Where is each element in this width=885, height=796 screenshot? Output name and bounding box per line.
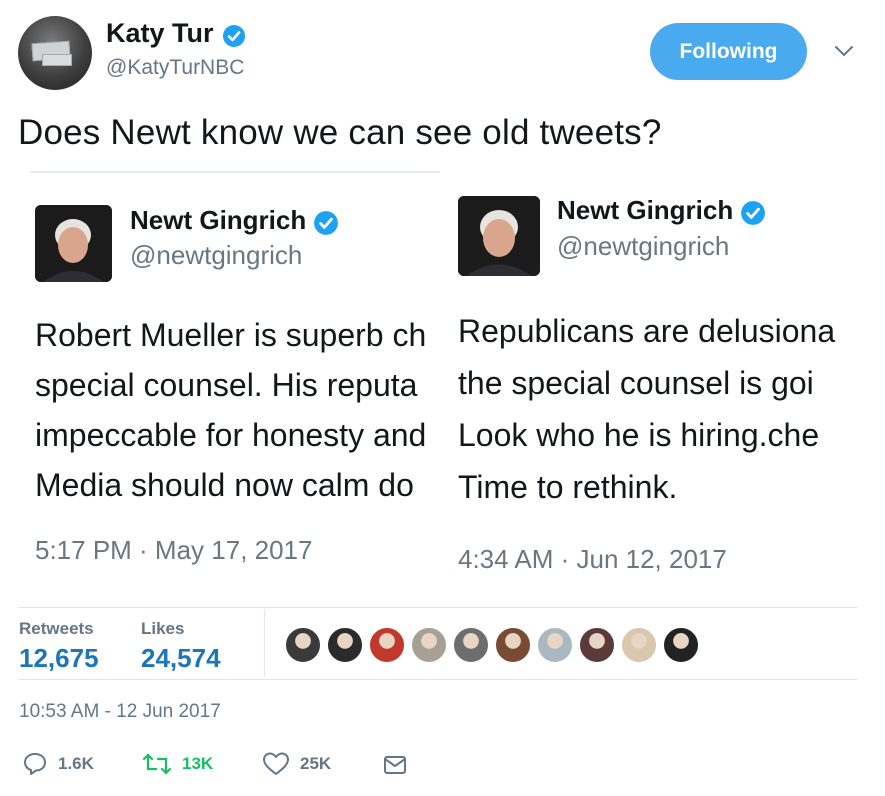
quoted-line: Look who he is hiring.che [458, 417, 820, 453]
quoted-name-row-2: Newt Gingrich [557, 195, 766, 226]
quoted-line: impeccable for honesty and [35, 417, 427, 453]
author-name[interactable]: Katy Tur [106, 18, 214, 48]
following-button[interactable]: Following [650, 23, 807, 80]
retweets-stat[interactable]: Retweets 12,675 [19, 619, 99, 674]
liker-avatar[interactable] [452, 626, 490, 664]
quoted-name-2: Newt Gingrich [557, 195, 734, 225]
likes-label: Likes [141, 619, 185, 638]
quoted-name-1: Newt Gingrich [130, 205, 307, 235]
verified-icon [313, 210, 338, 235]
quoted-line: special counsel. His reputa [35, 367, 418, 403]
tweet-text: Does Newt know we can see old tweets? [18, 113, 662, 152]
liker-avatar[interactable] [662, 626, 700, 664]
quoted-tweet-1 [35, 205, 112, 282]
retweets-label: Retweets [19, 619, 94, 638]
liker-avatar[interactable] [578, 626, 616, 664]
quoted-line: Republicans are delusiona [458, 313, 836, 349]
quoted-time-1: 5:17 PM · May 17, 2017 [35, 535, 313, 565]
like-action[interactable]: 25K [262, 751, 331, 777]
author-name-row: Katy Tur [106, 18, 246, 49]
quoted-body-2: Republicans are delusiona the special co… [458, 306, 860, 512]
retweet-count: 13K [182, 754, 214, 773]
liker-avatar[interactable] [368, 626, 406, 664]
quoted-name-row-1: Newt Gingrich [130, 205, 339, 236]
liker-avatar[interactable] [410, 626, 448, 664]
quoted-line: Media should now calm do [35, 467, 414, 503]
liker-avatars [284, 626, 700, 664]
quoted-handle-2: @newtgingrich [557, 231, 730, 261]
tweet-timestamp[interactable]: 10:53 AM - 12 Jun 2017 [19, 701, 221, 723]
quote-divider [30, 171, 440, 173]
quoted-line: Robert Mueller is superb ch [35, 317, 427, 353]
newt-avatar [35, 205, 112, 282]
newt-avatar [458, 196, 540, 276]
reply-icon [24, 753, 46, 775]
verified-icon [740, 200, 765, 225]
stats-separator [264, 609, 265, 677]
quoted-body-1: Robert Mueller is superb ch special coun… [35, 310, 440, 510]
chevron-down-icon[interactable] [832, 42, 856, 60]
likes-stat[interactable]: Likes 24,574 [141, 619, 221, 674]
quoted-tweet-2 [458, 196, 540, 276]
quoted-line: the special counsel is goi [458, 365, 814, 401]
quoted-time-2: 4:34 AM · Jun 12, 2017 [458, 544, 727, 574]
liker-avatar[interactable] [494, 626, 532, 664]
author-handle[interactable]: @KatyTurNBC [106, 56, 244, 80]
heart-icon [263, 752, 289, 775]
reply-action[interactable]: 1.6K [22, 751, 94, 777]
author-avatar[interactable] [18, 16, 92, 90]
direct-message-action[interactable] [383, 755, 407, 780]
retweet-action[interactable]: 13K [142, 751, 213, 777]
liker-avatar[interactable] [326, 626, 364, 664]
liker-avatar[interactable] [620, 626, 658, 664]
quoted-handle-1: @newtgingrich [130, 240, 303, 270]
reply-count: 1.6K [58, 754, 94, 773]
quoted-line: Time to rethink. [458, 469, 678, 505]
retweets-value: 12,675 [19, 643, 99, 673]
likes-value: 24,574 [141, 643, 221, 673]
avatar-card-shape-2 [42, 54, 72, 66]
stats-divider-bottom [18, 679, 858, 680]
verified-icon [222, 24, 245, 47]
retweet-icon [142, 753, 172, 775]
liker-avatar[interactable] [536, 626, 574, 664]
liker-avatar[interactable] [284, 626, 322, 664]
like-count: 25K [300, 754, 332, 773]
envelope-icon [384, 756, 406, 774]
stats-divider-top [18, 607, 858, 608]
